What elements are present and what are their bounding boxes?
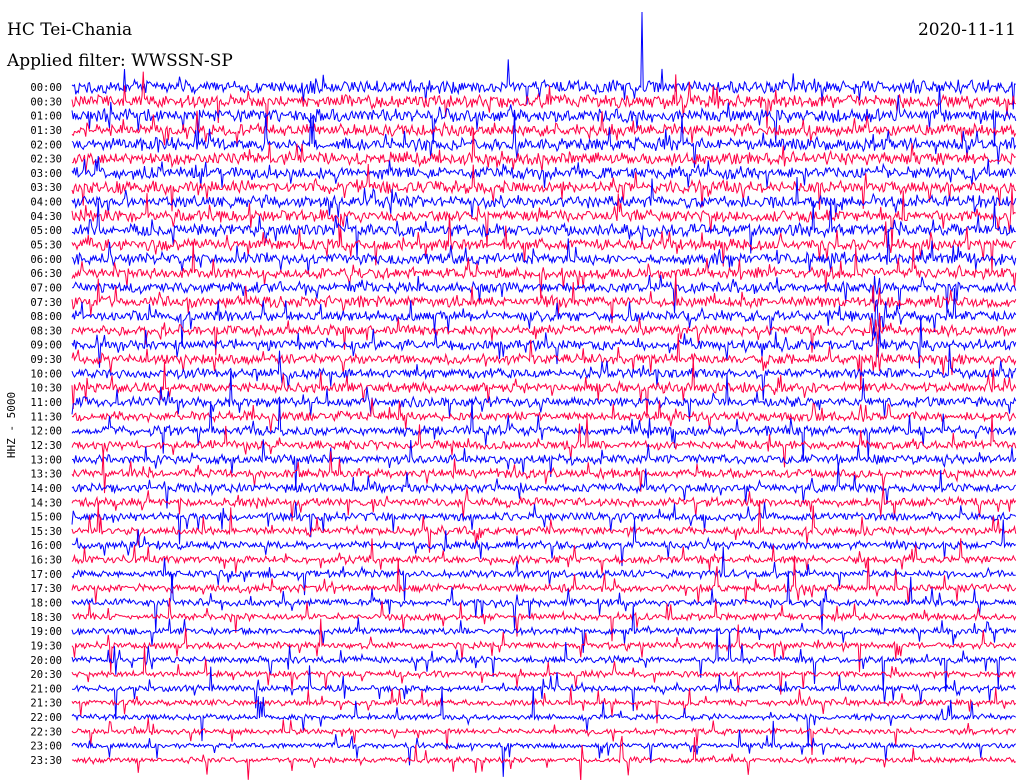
time-tick-label: 23:00	[30, 741, 62, 753]
time-tick-label: 05:00	[30, 225, 62, 237]
time-tick-label: 19:00	[30, 626, 62, 638]
time-tick-label: 03:00	[30, 168, 62, 180]
trace-line	[71, 501, 1017, 545]
time-tick-label: 12:00	[30, 426, 62, 438]
time-tick-label: 08:30	[30, 325, 62, 337]
time-tick-label: 04:00	[30, 197, 62, 209]
time-tick-label: 20:00	[30, 655, 62, 667]
time-tick-label: 09:00	[30, 340, 62, 352]
time-tick-label: 04:30	[30, 211, 62, 223]
time-tick-label: 01:30	[30, 125, 62, 137]
trace-line	[71, 556, 1017, 605]
time-tick-label: 14:30	[30, 497, 62, 509]
time-tick-label: 07:00	[30, 282, 62, 294]
time-tick-label: 07:30	[30, 297, 62, 309]
trace-line	[71, 519, 1017, 567]
trace-line	[71, 546, 1016, 601]
time-tick-label: 23:30	[30, 755, 62, 767]
time-tick-label: 15:30	[30, 526, 62, 538]
time-tick-label: 14:00	[30, 483, 62, 495]
trace-line	[71, 71, 1017, 130]
trace-line	[71, 687, 1017, 724]
time-tick-label: 18:00	[30, 597, 62, 609]
helicorder-plot: 00:00 00:30 01:00 01:30 02:00 02:30 03:00 03:30…	[5, 11, 1017, 780]
time-tick-label: 17:00	[30, 569, 62, 581]
time-tick-label: 00:00	[30, 82, 62, 94]
time-tick-label: 11:00	[30, 397, 62, 409]
trace-line	[71, 735, 1016, 780]
time-tick-label: 01:00	[30, 111, 62, 123]
time-tick-label: 05:30	[30, 240, 62, 252]
trace-line	[71, 570, 1017, 632]
trace-line	[71, 333, 1017, 391]
time-tick-label: 17:30	[30, 583, 62, 595]
time-tick-label: 22:00	[30, 712, 62, 724]
trace-group	[71, 11, 1017, 780]
time-tick-label: 15:00	[30, 512, 62, 524]
time-tick-labels: 00:00 00:30 01:00 01:30 02:00 02:30 03:00 03:30…	[30, 82, 62, 767]
time-tick-label: 13:30	[30, 469, 62, 481]
time-tick-label: 21:30	[30, 698, 62, 710]
trace-line	[71, 85, 1017, 147]
trace-line	[71, 344, 1017, 401]
time-tick-label: 10:30	[30, 383, 62, 395]
time-tick-label: 06:30	[30, 268, 62, 280]
time-tick-label: 02:30	[30, 154, 62, 166]
trace-line	[71, 618, 1017, 673]
time-tick-label: 08:00	[30, 311, 62, 323]
time-tick-label: 00:30	[30, 96, 62, 108]
trace-line	[71, 228, 1017, 275]
time-tick-label: 02:00	[30, 139, 62, 151]
time-tick-label: 19:30	[30, 640, 62, 652]
time-tick-label: 10:00	[30, 368, 62, 380]
time-tick-label: 21:00	[30, 683, 62, 695]
trace-line	[71, 200, 1016, 259]
time-tick-label: 03:30	[30, 182, 62, 194]
time-tick-label: 09:30	[30, 354, 62, 366]
time-tick-label: 13:00	[30, 454, 62, 466]
trace-line	[71, 11, 1016, 110]
time-tick-label: 12:30	[30, 440, 62, 452]
time-tick-label: 22:30	[30, 726, 62, 738]
trace-line	[71, 720, 1016, 777]
channel-axis-label: HHZ - 5000	[5, 392, 18, 458]
time-tick-label: 16:00	[30, 540, 62, 552]
time-tick-label: 16:30	[30, 555, 62, 567]
time-tick-label: 11:30	[30, 411, 62, 423]
time-tick-label: 20:30	[30, 669, 62, 681]
time-tick-label: 18:30	[30, 612, 62, 624]
time-tick-label: 06:00	[30, 254, 62, 266]
